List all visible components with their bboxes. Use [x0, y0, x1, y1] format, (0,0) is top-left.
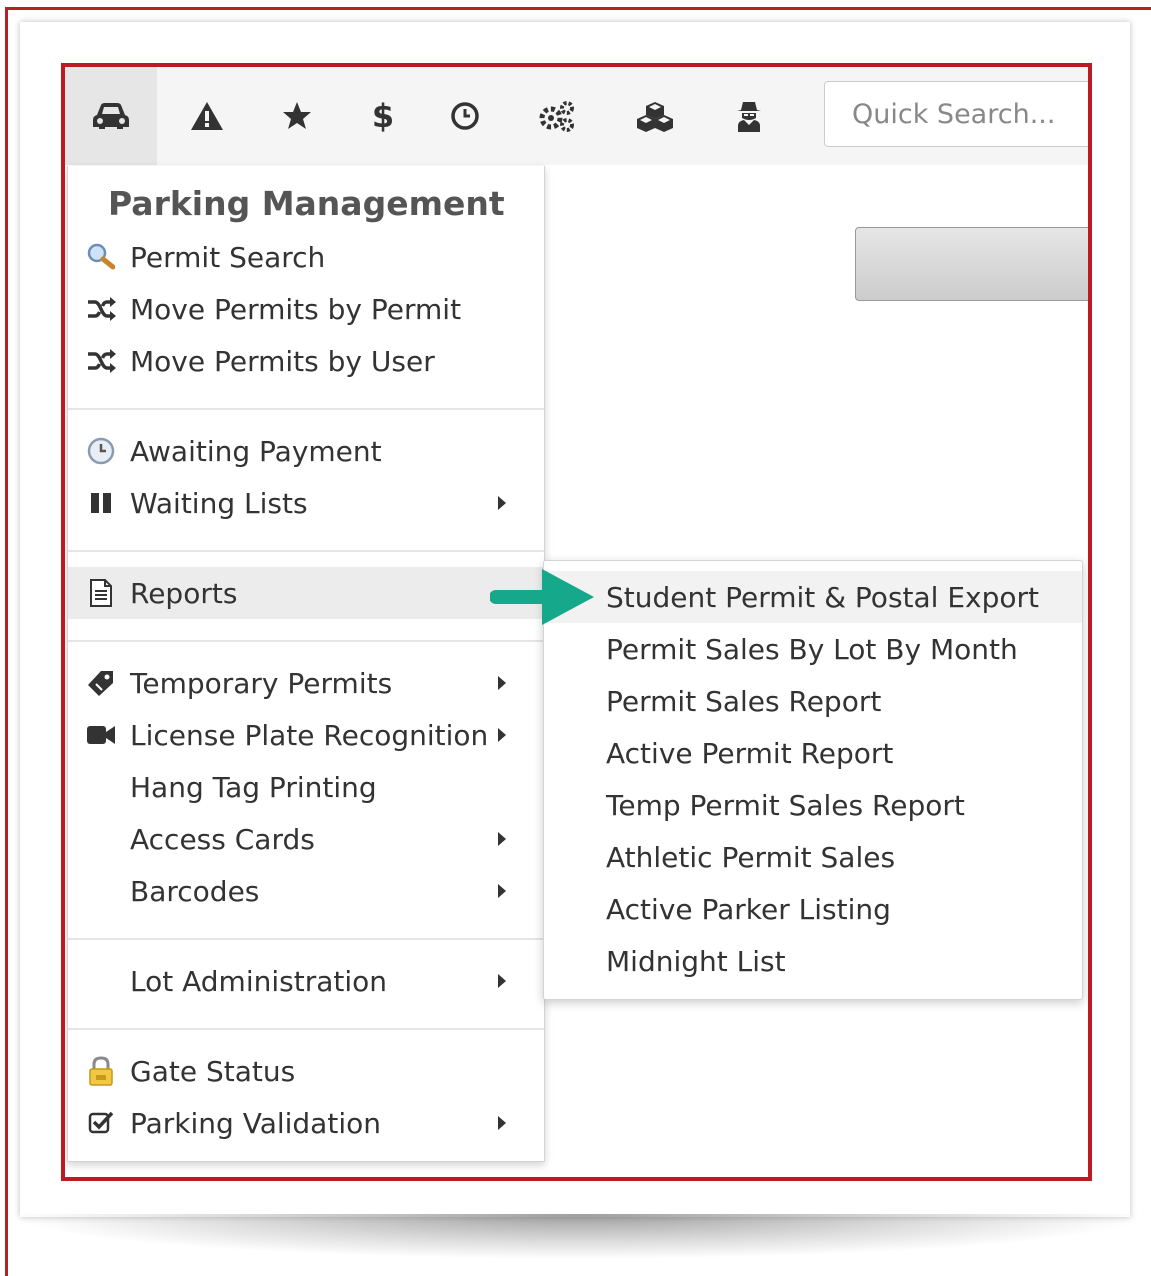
- user-secret-icon[interactable]: [703, 67, 795, 165]
- submenu-caret-icon: [498, 884, 506, 898]
- parking-management-menu: Parking Management Permit Search Move Pe…: [67, 166, 545, 1162]
- submenu-item-label: Student Permit & Postal Export: [606, 580, 1040, 614]
- submenu-caret-icon: [498, 676, 506, 690]
- menu-item-label: Waiting Lists: [130, 486, 308, 520]
- shuffle-icon: [86, 294, 116, 324]
- shuffle-icon: [86, 346, 116, 376]
- menu-item-label: Permit Search: [130, 240, 326, 274]
- menu-item-label: License Plate Recognition: [130, 718, 489, 752]
- highlight-box: $ Parking Management Permit Search: [61, 63, 1092, 1181]
- menu-item-reports[interactable]: Reports: [68, 567, 544, 619]
- submenu-caret-icon: [498, 496, 506, 510]
- submenu-caret-icon: [498, 1116, 506, 1130]
- menu-item-label: Reports: [130, 576, 238, 610]
- menu-item-access-cards[interactable]: Access Cards: [68, 813, 544, 865]
- menu-item-move-permits-by-user[interactable]: Move Permits by User: [68, 335, 544, 387]
- document-icon: [86, 578, 116, 608]
- page-button[interactable]: [855, 227, 1088, 301]
- submenu-item-midnight-list[interactable]: Midnight List: [544, 935, 1082, 987]
- reports-submenu: Student Permit & Postal Export Permit Sa…: [543, 560, 1083, 1000]
- menu-item-permit-search[interactable]: Permit Search: [68, 231, 544, 283]
- car-icon[interactable]: [65, 67, 157, 165]
- menu-item-label: Temporary Permits: [130, 666, 393, 700]
- submenu-item-athletic-permit-sales[interactable]: Athletic Permit Sales: [544, 831, 1082, 883]
- menu-item-label: Parking Validation: [130, 1106, 381, 1140]
- submenu-item-active-permit-report[interactable]: Active Permit Report: [544, 727, 1082, 779]
- submenu-caret-icon: [498, 832, 506, 846]
- submenu-item-label: Athletic Permit Sales: [606, 840, 896, 874]
- menu-divider: [68, 408, 544, 410]
- cubes-icon[interactable]: [609, 67, 701, 165]
- pause-icon: [86, 488, 116, 518]
- menu-item-label: Move Permits by User: [130, 344, 435, 378]
- submenu-item-label: Permit Sales By Lot By Month: [606, 632, 1018, 666]
- submenu-item-permit-sales-by-lot-by-month[interactable]: Permit Sales By Lot By Month: [544, 623, 1082, 675]
- menu-item-label: Awaiting Payment: [130, 434, 382, 468]
- menu-item-hang-tag-printing[interactable]: Hang Tag Printing: [68, 761, 544, 813]
- menu-divider: [68, 640, 544, 642]
- video-camera-icon: [86, 720, 116, 750]
- tag-icon: [86, 668, 116, 698]
- menu-item-move-permits-by-permit[interactable]: Move Permits by Permit: [68, 283, 544, 335]
- submenu-item-temp-permit-sales-report[interactable]: Temp Permit Sales Report: [544, 779, 1082, 831]
- menu-item-label: Access Cards: [130, 822, 315, 856]
- search-icon: [86, 242, 116, 272]
- menu-item-label: Move Permits by Permit: [130, 292, 462, 326]
- menu-item-label: Gate Status: [130, 1054, 296, 1088]
- top-toolbar: $: [65, 67, 1088, 165]
- submenu-item-label: Temp Permit Sales Report: [606, 788, 965, 822]
- clock-icon[interactable]: [419, 67, 511, 165]
- menu-divider: [68, 1028, 544, 1030]
- dollar-icon[interactable]: $: [337, 67, 429, 165]
- menu-item-gate-status[interactable]: Gate Status: [68, 1045, 544, 1097]
- submenu-item-label: Midnight List: [606, 944, 786, 978]
- menu-divider: [68, 550, 544, 552]
- check-square-icon: [86, 1108, 116, 1138]
- annotation-arrow-icon: [490, 569, 594, 625]
- submenu-item-label: Active Permit Report: [606, 736, 894, 770]
- submenu-caret-icon: [498, 728, 506, 742]
- warning-icon[interactable]: [161, 67, 253, 165]
- submenu-caret-icon: [498, 974, 506, 988]
- quick-search-box[interactable]: [824, 81, 1088, 147]
- menu-item-awaiting-payment[interactable]: Awaiting Payment: [68, 425, 544, 477]
- menu-item-parking-validation[interactable]: Parking Validation: [68, 1097, 544, 1149]
- submenu-item-active-parker-listing[interactable]: Active Parker Listing: [544, 883, 1082, 935]
- quick-search-input[interactable]: [850, 97, 1088, 131]
- menu-item-waiting-lists[interactable]: Waiting Lists: [68, 477, 544, 529]
- lock-icon: [86, 1056, 116, 1086]
- menu-item-lot-administration[interactable]: Lot Administration: [68, 955, 544, 1007]
- submenu-item-student-permit-postal-export[interactable]: Student Permit & Postal Export: [544, 571, 1082, 623]
- menu-divider: [68, 938, 544, 940]
- menu-item-label: Lot Administration: [130, 964, 388, 998]
- star-icon[interactable]: [251, 67, 343, 165]
- gears-icon[interactable]: [511, 67, 603, 165]
- clock-icon: [86, 436, 116, 466]
- submenu-item-label: Permit Sales Report: [606, 684, 882, 718]
- paper-shadow: [20, 1214, 1138, 1258]
- menu-item-label: Barcodes: [130, 874, 260, 908]
- menu-item-barcodes[interactable]: Barcodes: [68, 865, 544, 917]
- menu-item-license-plate-recognition[interactable]: License Plate Recognition: [68, 709, 544, 761]
- menu-header: Parking Management: [108, 184, 505, 223]
- menu-item-temporary-permits[interactable]: Temporary Permits: [68, 657, 544, 709]
- menu-item-label: Hang Tag Printing: [130, 770, 377, 804]
- submenu-item-permit-sales-report[interactable]: Permit Sales Report: [544, 675, 1082, 727]
- submenu-item-label: Active Parker Listing: [606, 892, 891, 926]
